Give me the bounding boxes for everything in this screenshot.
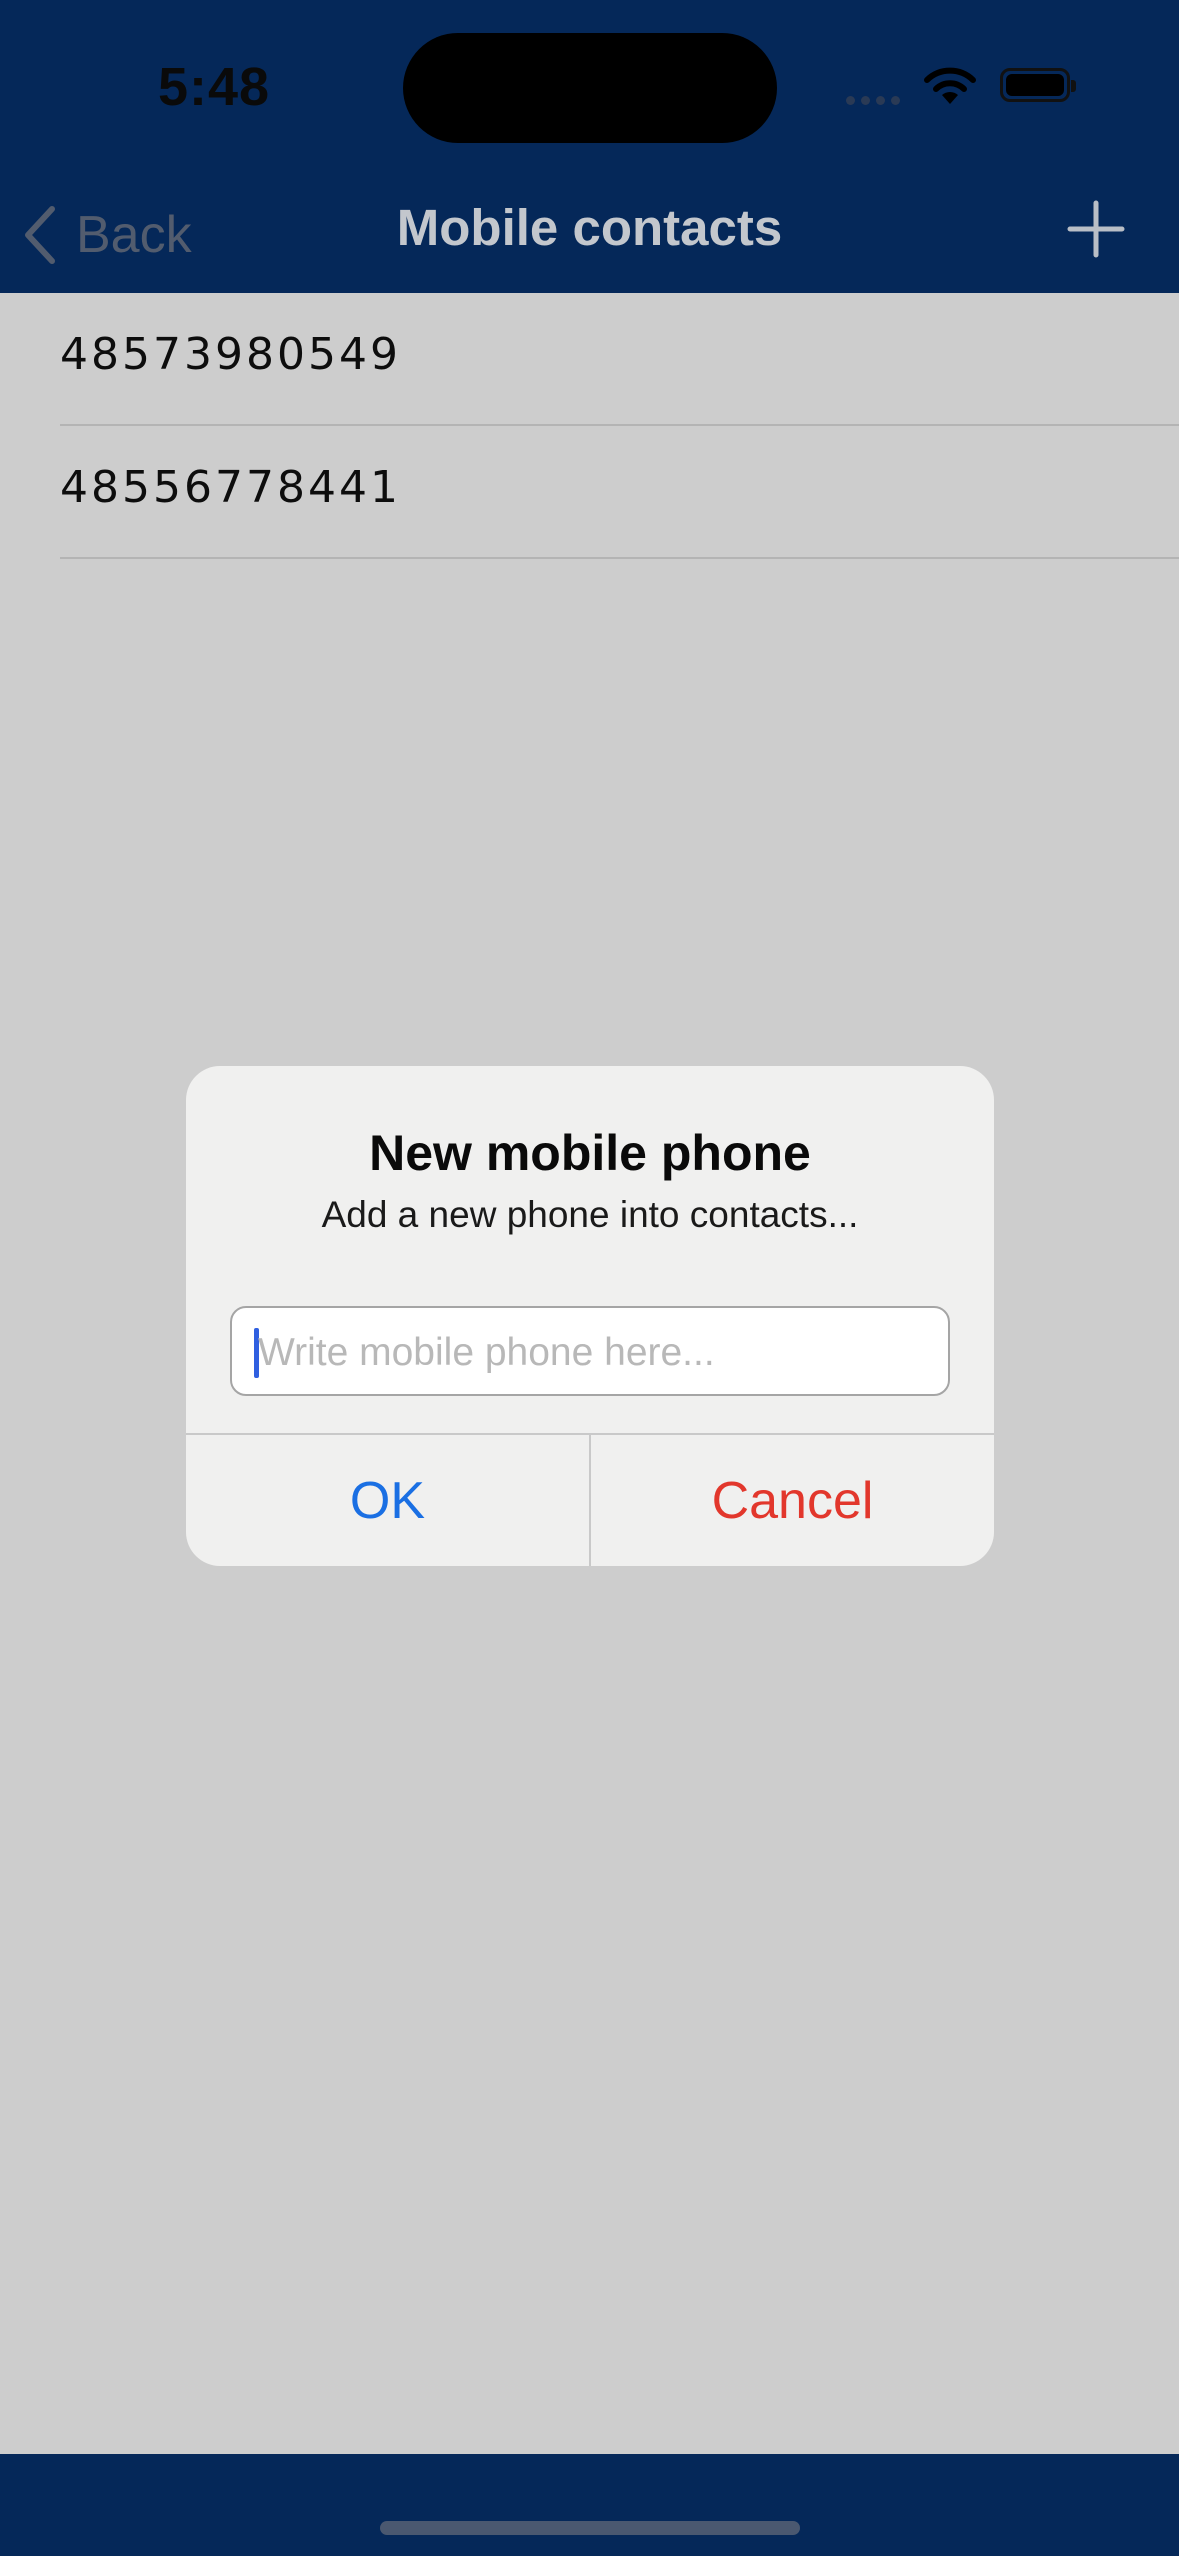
dynamic-island (403, 33, 777, 143)
wifi-icon (922, 66, 978, 111)
list-item[interactable]: 48573980549 (60, 293, 1179, 426)
dialog-title: New mobile phone (369, 1125, 811, 1181)
contacts-list: 48573980549 48556778441 (0, 293, 1179, 559)
contact-number: 48573980549 (60, 329, 401, 380)
ok-button[interactable]: OK (186, 1435, 591, 1566)
dialog-message: Add a new phone into contacts... (321, 1194, 859, 1235)
status-bar: 5:48 (0, 0, 1179, 180)
dialog-actions: OK Cancel (186, 1433, 994, 1566)
status-time: 5:48 (158, 57, 271, 117)
home-indicator[interactable] (380, 2521, 800, 2535)
page-title: Mobile contacts (396, 199, 783, 256)
new-phone-alert-dialog: New mobile phone Add a new phone into co… (186, 1066, 994, 1566)
battery-icon (1000, 68, 1076, 102)
cancel-button[interactable]: Cancel (591, 1435, 994, 1566)
add-contact-button[interactable] (1066, 199, 1126, 259)
contact-number: 48556778441 (60, 462, 401, 513)
navigation-bar: Back Mobile contacts (0, 180, 1179, 293)
phone-input[interactable]: Write mobile phone here... (230, 1306, 950, 1396)
cellular-signal-icon (846, 92, 906, 110)
plus-icon (1067, 200, 1125, 258)
list-item[interactable]: 48556778441 (60, 426, 1179, 559)
bottom-bar (0, 2454, 1179, 2556)
phone-input-placeholder: Write mobile phone here... (258, 1331, 715, 1374)
